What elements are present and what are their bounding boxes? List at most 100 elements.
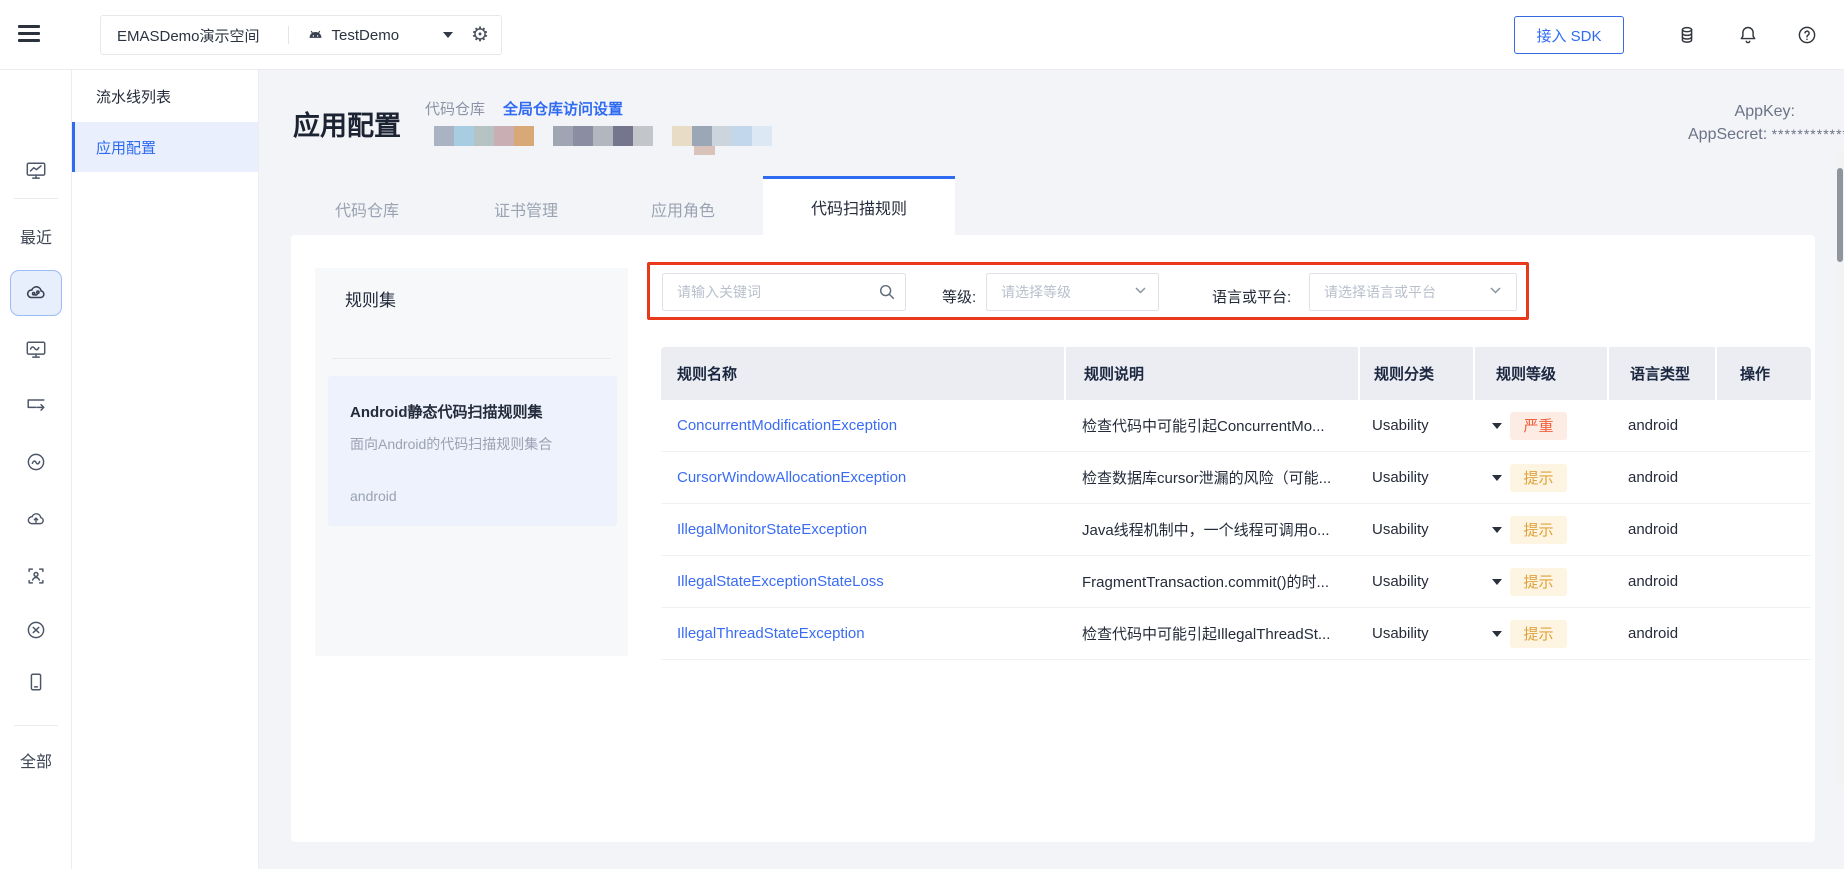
tab-code-scan-rules-active[interactable]: 代码扫描规则 xyxy=(763,176,955,235)
rule-description: Java线程机制中，一个线程可调用o... xyxy=(1082,522,1330,539)
language-filter-label: 语言或平台: xyxy=(1212,289,1292,306)
crumb-code-repo[interactable]: 代码仓库 xyxy=(425,98,485,119)
divider xyxy=(14,725,58,726)
pipeline-icon[interactable] xyxy=(25,395,47,417)
workspace-app-selector[interactable]: EMASDemo演示空间 TestDemo ⚙ xyxy=(100,15,502,55)
col-language-type: 语言类型 xyxy=(1607,347,1715,400)
rule-name-link[interactable]: CursorWindowAllocationException xyxy=(677,469,906,486)
monitor-chart-icon[interactable] xyxy=(25,160,47,182)
tab-app-roles[interactable]: 应用角色 xyxy=(623,197,743,221)
tab-cert-management[interactable]: 证书管理 xyxy=(466,197,586,221)
menu-icon[interactable] xyxy=(18,25,40,43)
col-rule-desc: 规则说明 xyxy=(1064,347,1358,400)
divider xyxy=(14,198,58,199)
censored-thumbnail xyxy=(434,126,534,146)
link-global-repo-access[interactable]: 全局仓库访问设置 xyxy=(503,98,623,119)
rule-name-link[interactable]: ConcurrentModificationException xyxy=(677,417,897,434)
level-dropdown-caret[interactable] xyxy=(1492,526,1502,533)
rule-name-link[interactable]: IllegalStateExceptionStateLoss xyxy=(677,573,884,590)
vertical-scrollbar xyxy=(1836,148,1844,788)
rule-description: 检查代码中可能引起IllegalThreadSt... xyxy=(1082,626,1331,643)
rule-category: Usability xyxy=(1372,573,1429,590)
secondary-sidebar: 流水线列表 应用配置 xyxy=(72,70,259,869)
level-dropdown-caret[interactable] xyxy=(1492,422,1502,429)
language-type: android xyxy=(1628,573,1679,590)
language-type: android xyxy=(1628,521,1679,538)
sidebar-item-mobile-devops-active[interactable] xyxy=(10,270,62,316)
language-type: android xyxy=(1628,469,1679,486)
rule-category: Usability xyxy=(1372,469,1429,486)
android-icon xyxy=(306,26,325,45)
level-dropdown-caret[interactable] xyxy=(1492,630,1502,637)
rules-table: 规则名称 规则说明 规则分类 规则等级 语言类型 操作 ConcurrentMo… xyxy=(661,347,1811,660)
ruleset-name: Android静态代码扫描规则集 xyxy=(350,404,543,421)
page-title: 应用配置 xyxy=(293,111,401,141)
divider xyxy=(287,26,289,44)
level-badge[interactable]: 提示 xyxy=(1510,567,1567,596)
rule-category: Usability xyxy=(1372,625,1429,642)
recent-label: 最近 xyxy=(19,230,52,247)
level-dropdown-caret[interactable] xyxy=(1492,474,1502,481)
appsecret-value: AppSecret: ******************** xyxy=(1688,126,1844,143)
rule-name-link[interactable]: IllegalMonitorStateException xyxy=(677,521,867,538)
search-input[interactable] xyxy=(662,273,906,311)
mobius-circle-icon[interactable] xyxy=(25,451,47,473)
rule-description: 检查代码中可能引起ConcurrentMo... xyxy=(1082,418,1325,435)
table-row: IllegalThreadStateException 检查代码中可能引起Ill… xyxy=(661,608,1811,660)
table-row: CursorWindowAllocationException 检查数据库cur… xyxy=(661,452,1811,504)
appkey-label: AppKey: xyxy=(1734,103,1795,120)
search-icon[interactable] xyxy=(878,283,896,301)
chevron-down-icon[interactable] xyxy=(443,32,454,38)
language-type: android xyxy=(1628,417,1679,434)
level-badge[interactable]: 提示 xyxy=(1510,515,1567,544)
table-header-row: 规则名称 规则说明 规则分类 规则等级 语言类型 操作 xyxy=(661,347,1811,400)
chevron-down-icon xyxy=(1135,281,1146,294)
language-type: android xyxy=(1628,625,1679,642)
rule-description: 检查数据库cursor泄漏的风险（可能... xyxy=(1082,470,1332,487)
x-circle-icon[interactable] xyxy=(25,619,47,641)
censored-thumbnail xyxy=(672,126,772,146)
table-row: IllegalStateExceptionStateLoss FragmentT… xyxy=(661,556,1811,608)
level-select[interactable]: 请选择等级 xyxy=(986,273,1159,311)
workspace-name: EMASDemo演示空间 xyxy=(117,27,260,45)
table-row: IllegalMonitorStateException Java线程机制中，一… xyxy=(661,504,1811,556)
rule-name-link[interactable]: IllegalThreadStateException xyxy=(677,625,865,642)
mobile-phone-icon[interactable] xyxy=(25,671,47,693)
app-name: TestDemo xyxy=(331,26,400,44)
col-actions: 操作 xyxy=(1715,347,1811,400)
sidebar-item-app-config[interactable]: 应用配置 xyxy=(72,122,258,172)
ruleset-platform-tag: android xyxy=(350,488,397,504)
notifications-bell-icon[interactable] xyxy=(1737,24,1759,46)
censored-thumbnail xyxy=(553,126,653,146)
level-badge[interactable]: 严重 xyxy=(1510,411,1567,440)
col-rule-level: 规则等级 xyxy=(1473,347,1607,400)
level-dropdown-caret[interactable] xyxy=(1492,578,1502,585)
monitor-stats-icon[interactable] xyxy=(25,339,47,361)
billing-coins-icon[interactable] xyxy=(1676,24,1698,46)
level-badge[interactable]: 提示 xyxy=(1510,619,1567,648)
filter-bar-annotation: 等级: 请选择等级 语言或平台: 请选择语言或平台 xyxy=(647,262,1529,320)
language-select[interactable]: 请选择语言或平台 xyxy=(1309,273,1517,311)
sidebar-item-pipeline-list[interactable]: 流水线列表 xyxy=(72,70,258,122)
rule-description: FragmentTransaction.commit()的时... xyxy=(1082,574,1329,591)
level-badge[interactable]: 提示 xyxy=(1510,463,1567,492)
col-rule-category: 规则分类 xyxy=(1358,347,1473,400)
level-filter-label: 等级: xyxy=(942,289,977,306)
user-card-icon[interactable] xyxy=(25,565,47,587)
cloud-upload-icon[interactable] xyxy=(25,508,47,530)
main-content-card: 规则集 Android静态代码扫描规则集 面向Android的代码扫描规则集合 … xyxy=(291,235,1815,842)
gear-icon[interactable]: ⚙ xyxy=(471,25,489,45)
ruleset-panel: 规则集 Android静态代码扫描规则集 面向Android的代码扫描规则集合 … xyxy=(315,268,628,656)
top-bar: EMASDemo演示空间 TestDemo ⚙ 接入 SDK xyxy=(0,0,1844,70)
tab-code-repo[interactable]: 代码仓库 xyxy=(307,197,427,221)
help-icon[interactable] xyxy=(1796,24,1818,46)
icon-sidebar: 最近 全部 Demo xyxy=(0,70,72,869)
col-rule-name: 规则名称 xyxy=(677,366,738,383)
sdk-access-button[interactable]: 接入 SDK xyxy=(1514,16,1624,54)
table-row: ConcurrentModificationException 检查代码中可能引… xyxy=(661,400,1811,452)
ruleset-item-android[interactable]: Android静态代码扫描规则集 面向Android的代码扫描规则集合 andr… xyxy=(328,376,617,526)
chevron-down-icon xyxy=(1490,281,1501,294)
censored-thumbnail xyxy=(694,146,715,155)
divider xyxy=(332,358,611,359)
scrollbar-thumb[interactable] xyxy=(1837,168,1843,262)
